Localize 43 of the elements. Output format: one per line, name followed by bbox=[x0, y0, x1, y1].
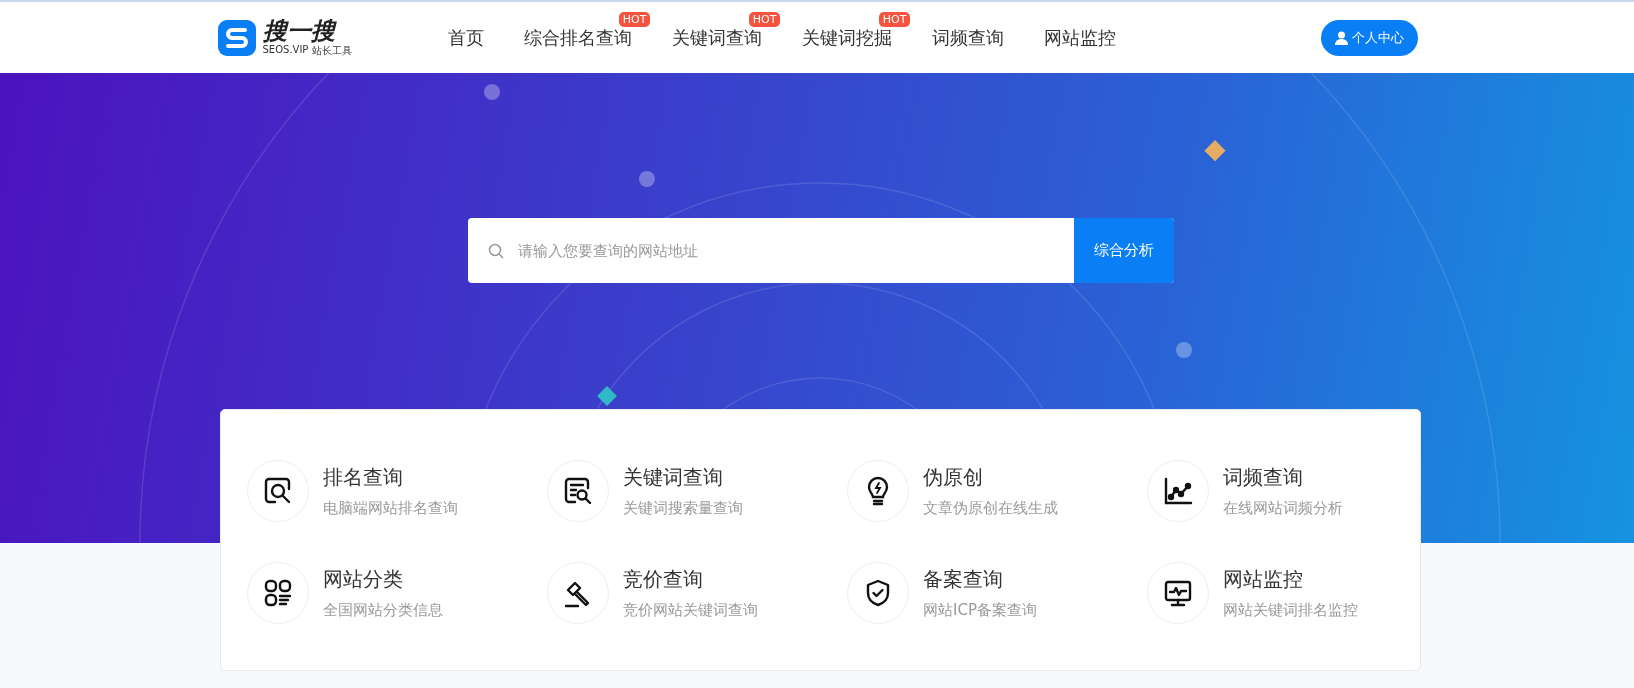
hot-badge: HOT bbox=[878, 11, 911, 27]
tool-title[interactable]: 竞价查询 bbox=[623, 566, 758, 593]
nav-link[interactable]: 首页 bbox=[448, 26, 485, 48]
nav-link[interactable]: 关键词查询 bbox=[672, 26, 763, 48]
tool-title[interactable]: 备案查询 bbox=[923, 566, 1037, 593]
hot-badge: HOT bbox=[618, 11, 651, 27]
monitor-pulse-icon bbox=[1163, 578, 1193, 608]
search-icon bbox=[263, 476, 293, 506]
tool-description: 电脑端网站排名查询 bbox=[323, 499, 458, 518]
tool-description: 竞价网站关键词查询 bbox=[623, 601, 758, 620]
logo-name: 搜一搜 bbox=[262, 17, 338, 44]
nav-link[interactable]: 综合排名查询 bbox=[524, 26, 633, 48]
dot-decoration bbox=[484, 84, 500, 100]
tool-title[interactable]: 排名查询 bbox=[323, 464, 458, 491]
nav-link[interactable]: 关键词挖掘 bbox=[802, 26, 893, 48]
logo-icon bbox=[216, 18, 257, 57]
dot-decoration bbox=[1176, 342, 1192, 358]
hot-badge: HOT bbox=[748, 11, 781, 27]
tool-title[interactable]: 伪原创 bbox=[923, 464, 1058, 491]
search-icon bbox=[488, 242, 504, 259]
tool-description: 全国网站分类信息 bbox=[323, 601, 443, 620]
tool-title[interactable]: 关键词查询 bbox=[623, 464, 743, 491]
dot-decoration bbox=[639, 171, 655, 187]
tool-title[interactable]: 网站监控 bbox=[1223, 566, 1358, 593]
document-search-icon bbox=[563, 476, 593, 506]
tool-description: 网站关键词排名监控 bbox=[1223, 601, 1358, 620]
user-icon bbox=[1334, 30, 1348, 45]
analyze-button[interactable]: 综合分析 bbox=[1074, 218, 1174, 283]
tool-description: 关键词搜索量查询 bbox=[623, 499, 743, 518]
line-chart-icon bbox=[1163, 476, 1193, 506]
search-field[interactable]: 请输入您要查询的网站地址 bbox=[516, 240, 1074, 261]
tool-description: 文章伪原创在线生成 bbox=[923, 499, 1058, 518]
nav-link[interactable]: 网站监控 bbox=[1044, 26, 1117, 48]
user-center-button[interactable]: 个人中心 bbox=[1320, 19, 1418, 56]
tool-description: 在线网站词频分析 bbox=[1223, 499, 1343, 518]
tool-description: 网站ICP备案查询 bbox=[923, 601, 1037, 620]
nav-link[interactable]: 词频查询 bbox=[932, 26, 1005, 48]
tool-title[interactable]: 词频查询 bbox=[1223, 464, 1343, 491]
logo-tagline: 站长工具 bbox=[312, 43, 353, 58]
diamond-decoration bbox=[597, 386, 617, 406]
grid-list-icon bbox=[263, 578, 293, 608]
logo-domain: SEOS.VIP bbox=[262, 43, 309, 57]
tool-title[interactable]: 网站分类 bbox=[323, 566, 443, 593]
